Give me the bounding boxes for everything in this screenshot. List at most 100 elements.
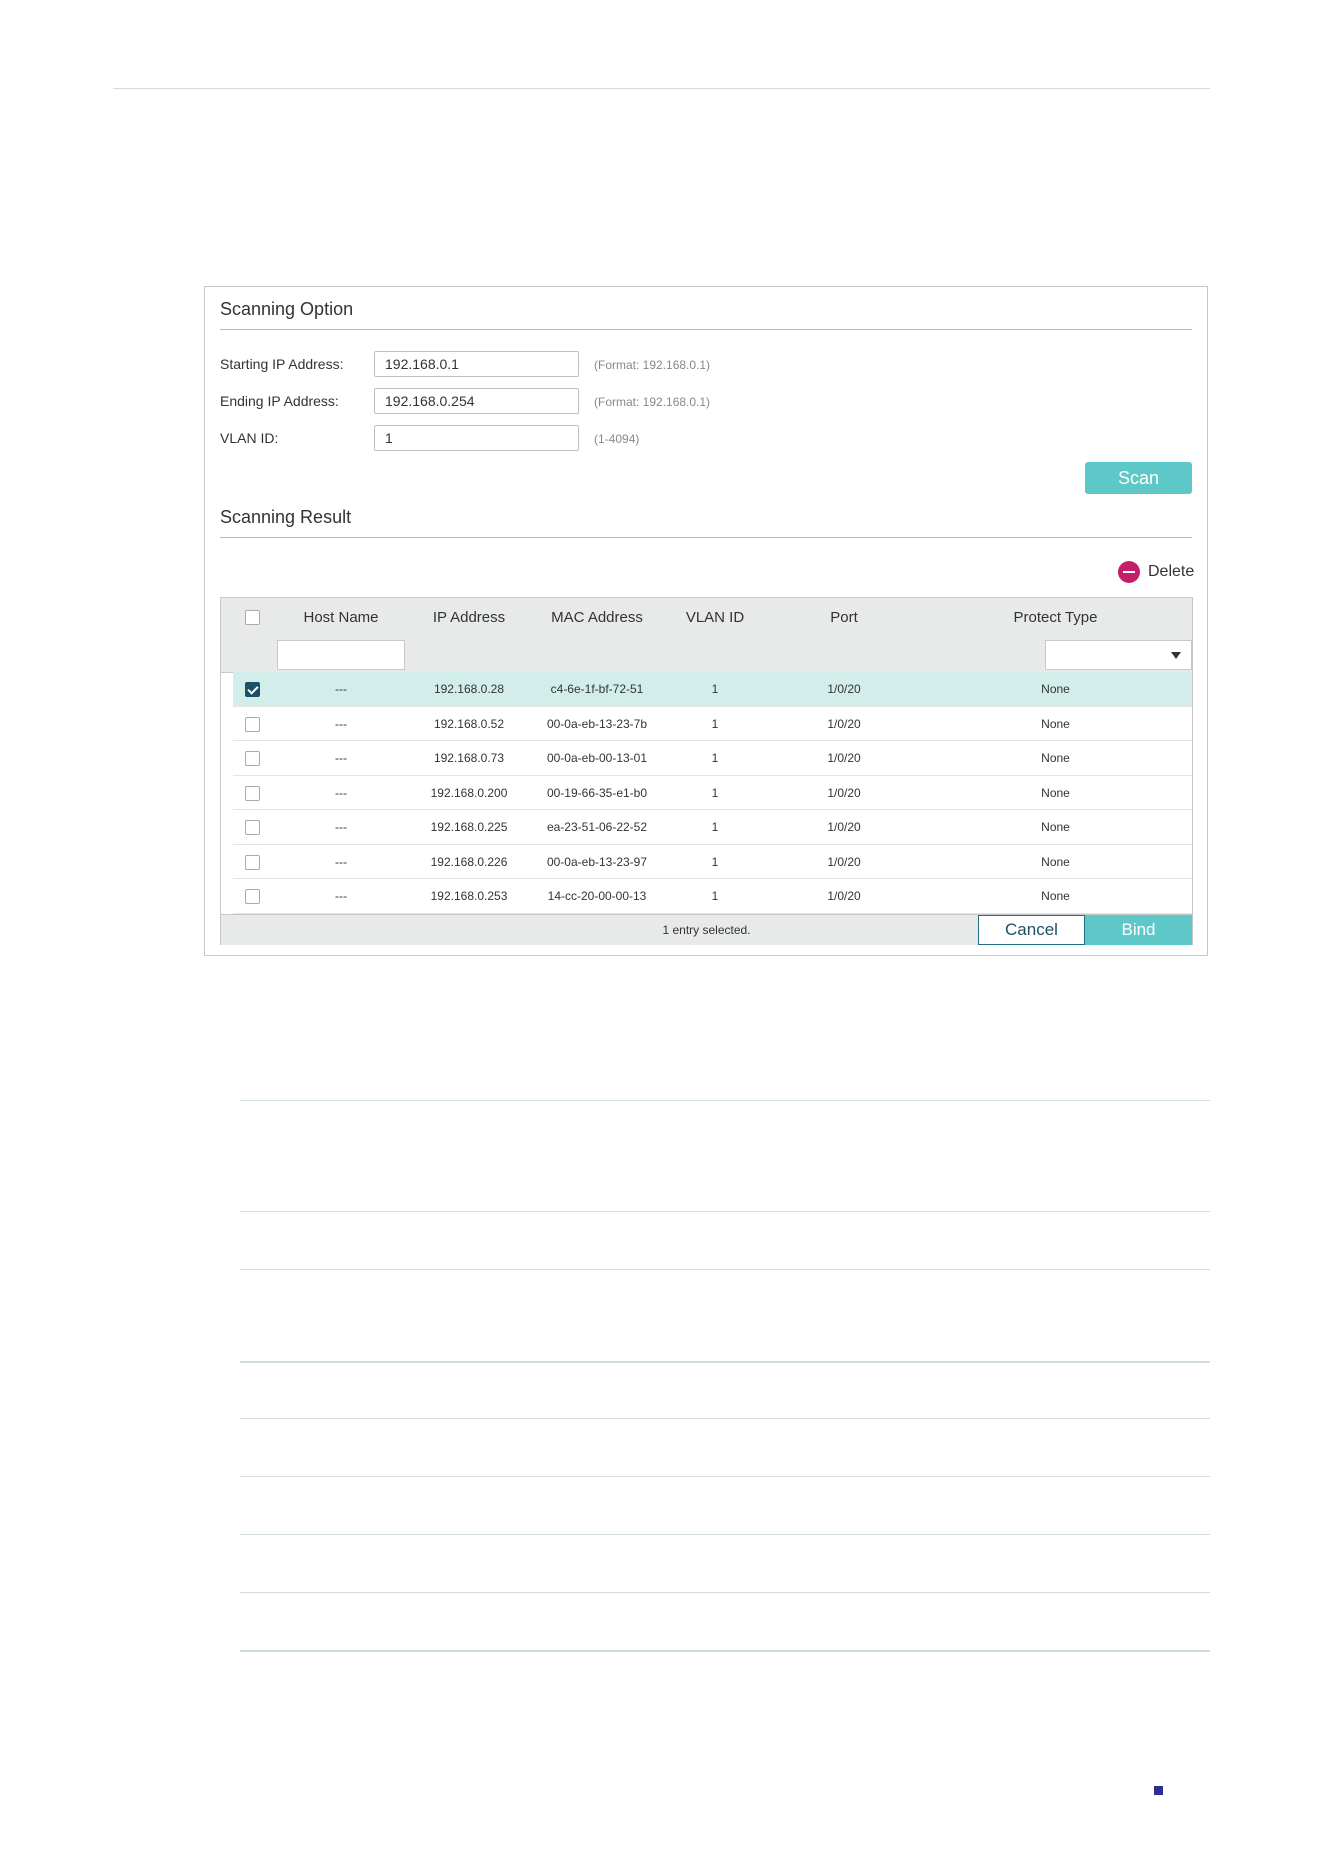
starting-ip-label: Starting IP Address:	[220, 356, 344, 372]
scanning-result-title: Scanning Result	[220, 507, 352, 527]
vlan-id-label: VLAN ID:	[220, 430, 279, 446]
table-row[interactable]: --- 192.168.0.200 00-19-66-35-e1-b0 1 1/0/20…	[233, 776, 1192, 810]
row-checkbox[interactable]	[245, 820, 260, 835]
table-row[interactable]: --- 192.168.0.73 00-0a-eb-00-13-01 1 1/0/20 N…	[233, 741, 1192, 776]
cell-protect: None	[1041, 820, 1070, 834]
cell-host: ---	[335, 716, 347, 731]
cancel-button[interactable]: Cancel	[978, 915, 1085, 945]
cell-ip: 192.168.0.253	[430, 889, 508, 903]
table-header: Host Name IP Address MAC Address VLAN ID…	[221, 598, 1192, 639]
cell-vlan: 1	[711, 751, 719, 765]
delete-button[interactable]: Delete	[1118, 559, 1194, 585]
cell-vlan: 1	[711, 820, 719, 834]
cell-vlan: 1	[711, 889, 719, 903]
document-rule	[240, 1269, 1210, 1270]
page-header-rule	[113, 88, 1210, 89]
column-header-vlan-id[interactable]: VLAN ID	[661, 598, 769, 638]
bind-button[interactable]: Bind	[1085, 915, 1192, 945]
host-name-filter-input[interactable]	[277, 640, 405, 670]
vlan-id-hint: (1-4094)	[594, 432, 640, 446]
column-header-ip-address[interactable]: IP Address	[405, 598, 533, 638]
scanning-option-title: Scanning Option	[220, 299, 354, 319]
cell-protect: None	[1041, 682, 1070, 696]
filter-row	[221, 638, 1192, 673]
column-header-mac-address[interactable]: MAC Address	[533, 598, 661, 638]
table-row[interactable]: --- 192.168.0.253 14-cc-20-00-00-13 1 1/0/20…	[233, 879, 1192, 914]
document-rule	[240, 1592, 1210, 1593]
cell-mac: 00-0a-eb-00-13-01	[546, 751, 648, 765]
starting-ip-input[interactable]	[374, 351, 579, 377]
cell-host: ---	[335, 820, 347, 834]
cell-protect: None	[1041, 889, 1070, 903]
row-checkbox[interactable]	[245, 751, 260, 766]
cell-host: ---	[335, 682, 347, 696]
cell-vlan: 1	[711, 682, 719, 696]
protect-type-filter-select[interactable]	[1045, 640, 1192, 670]
row-checkbox[interactable]	[245, 682, 260, 697]
cell-vlan: 1	[711, 716, 719, 731]
starting-ip-hint: (Format: 192.168.0.1)	[594, 358, 711, 372]
scan-result-table: Host Name IP Address MAC Address VLAN ID…	[220, 597, 1193, 945]
cell-mac: ea-23-51-06-22-52	[546, 820, 648, 834]
cell-ip: 192.168.0.73	[433, 751, 505, 765]
column-header-protect-type[interactable]: Protect Type	[919, 598, 1192, 638]
cell-host: ---	[335, 751, 347, 765]
cell-mac: 00-0a-eb-13-23-7b	[546, 716, 648, 731]
cell-ip: 192.168.0.52	[433, 716, 505, 731]
table-row[interactable]: --- 192.168.0.225 ea-23-51-06-22-52 1 1/0/20…	[233, 810, 1192, 845]
chevron-down-icon	[1171, 652, 1181, 659]
page-marker	[1154, 1786, 1163, 1795]
section-divider	[220, 329, 1192, 330]
table-row[interactable]: --- 192.168.0.28 c4-6e-1f-bf-72-51 1 1/0/20 N…	[233, 672, 1192, 707]
minus-circle-icon	[1118, 561, 1140, 583]
section-divider	[220, 537, 1192, 538]
cell-protect: None	[1041, 716, 1070, 731]
cell-vlan: 1	[711, 854, 719, 869]
ending-ip-hint: (Format: 192.168.0.1)	[594, 395, 711, 409]
row-checkbox[interactable]	[245, 854, 260, 870]
column-header-port[interactable]: Port	[769, 598, 919, 638]
table-row[interactable]: --- 192.168.0.226 00-0a-eb-13-23-97 1 1/0/20…	[233, 845, 1192, 879]
document-rule	[240, 1361, 1210, 1363]
cell-mac: 14-cc-20-00-00-13	[547, 889, 647, 903]
delete-label: Delete	[1148, 563, 1195, 580]
cell-mac: 00-19-66-35-e1-b0	[546, 785, 648, 800]
table-footer: 1 entry selected. Cancel Bind	[221, 914, 1192, 945]
row-checkbox[interactable]	[245, 716, 260, 732]
cell-port: 1/0/20	[827, 854, 861, 869]
cell-ip: 192.168.0.226	[430, 854, 508, 869]
cell-port: 1/0/20	[827, 820, 861, 834]
cell-vlan: 1	[711, 785, 719, 800]
cell-port: 1/0/20	[827, 716, 861, 731]
cell-protect: None	[1041, 785, 1070, 800]
cell-host: ---	[335, 785, 347, 800]
cell-port: 1/0/20	[827, 682, 861, 696]
column-header-host-name[interactable]: Host Name	[277, 598, 405, 638]
vlan-id-input[interactable]	[374, 425, 579, 451]
document-rule	[240, 1211, 1210, 1212]
cell-mac: 00-0a-eb-13-23-97	[546, 854, 648, 869]
scan-panel: Scanning Option Starting IP Address: (Fo…	[204, 286, 1208, 956]
ending-ip-input[interactable]	[374, 388, 579, 414]
row-checkbox[interactable]	[245, 889, 260, 904]
cell-ip: 192.168.0.225	[430, 820, 508, 834]
row-checkbox[interactable]	[245, 785, 260, 801]
scan-button[interactable]: Scan	[1085, 462, 1192, 494]
table-body: --- 192.168.0.28 c4-6e-1f-bf-72-51 1 1/0/20 N…	[233, 672, 1192, 914]
cell-mac: c4-6e-1f-bf-72-51	[550, 682, 644, 696]
cell-protect: None	[1041, 854, 1070, 869]
document-rule	[240, 1418, 1210, 1419]
table-row[interactable]: --- 192.168.0.52 00-0a-eb-13-23-7b 1 1/0/20 N…	[233, 707, 1192, 741]
document-rule	[240, 1650, 1210, 1652]
cell-port: 1/0/20	[827, 785, 861, 800]
cell-host: ---	[335, 889, 347, 903]
document-rule	[240, 1476, 1210, 1477]
document-rule	[240, 1534, 1210, 1535]
cell-protect: None	[1041, 751, 1070, 765]
cell-ip: 192.168.0.200	[430, 785, 508, 800]
cell-ip: 192.168.0.28	[433, 682, 505, 696]
cell-host: ---	[335, 854, 347, 869]
select-all-checkbox[interactable]	[245, 610, 260, 625]
cell-port: 1/0/20	[827, 751, 861, 765]
ending-ip-label: Ending IP Address:	[220, 393, 339, 409]
